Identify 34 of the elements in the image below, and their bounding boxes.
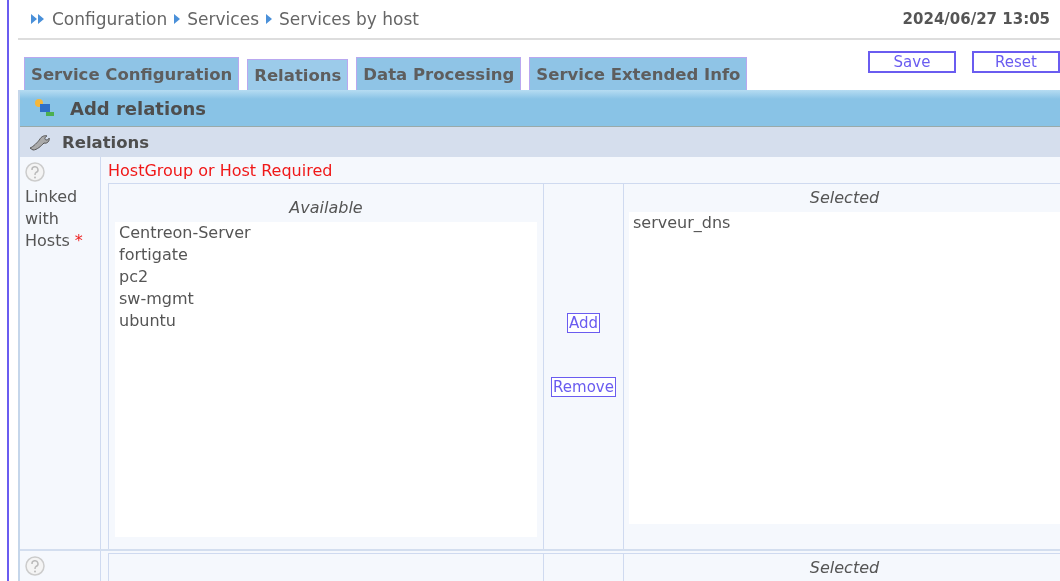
network-icon bbox=[34, 98, 56, 118]
arrow-icon bbox=[173, 13, 182, 25]
form-button[interactable]: Reset bbox=[972, 51, 1060, 73]
list-option[interactable]: serveur_dns bbox=[633, 212, 1056, 234]
list-option[interactable]: Centreon-Server bbox=[119, 222, 533, 244]
breadcrumb-link[interactable]: Configuration bbox=[52, 9, 168, 29]
list-title: Selected bbox=[808, 188, 881, 209]
list-option[interactable]: fortigate bbox=[119, 244, 533, 266]
list-title: Available bbox=[287, 198, 364, 219]
breadcrumb-link[interactable]: Services by host bbox=[279, 9, 420, 29]
tab[interactable]: Relations bbox=[247, 59, 349, 90]
add-button[interactable]: Add bbox=[566, 312, 600, 333]
tab[interactable]: Service Configuration bbox=[24, 57, 240, 90]
wrench-icon bbox=[28, 133, 50, 151]
list-title: Selected bbox=[808, 558, 881, 579]
list-option[interactable]: sw-mgmt bbox=[119, 288, 533, 310]
tab[interactable]: Service Extended Info bbox=[529, 57, 748, 90]
double-arrow-icon bbox=[30, 13, 46, 25]
tab[interactable]: Data Processing bbox=[356, 57, 522, 90]
available-list[interactable]: Centreon-Server fortigate pc2 sw-mgmt ubuntu bbox=[115, 222, 537, 537]
remove-button[interactable]: Remove bbox=[551, 376, 616, 397]
arrow-icon bbox=[265, 13, 273, 25]
breadcrumb-link[interactable]: Services bbox=[187, 9, 259, 29]
header-title: Add relations bbox=[70, 97, 207, 119]
error-message: HostGroup or Host Required bbox=[108, 160, 334, 182]
list-option[interactable]: ubuntu bbox=[119, 310, 533, 332]
date-time: 2024/06/27 13:05 bbox=[902, 10, 1050, 28]
list-option[interactable]: pc2 bbox=[119, 266, 533, 288]
help-icon[interactable] bbox=[25, 556, 45, 576]
field-label: Linked with Hosts * bbox=[25, 186, 84, 252]
help-icon[interactable] bbox=[25, 162, 45, 182]
section-title: Relations bbox=[62, 132, 150, 152]
selected-list[interactable]: serveur_dns bbox=[629, 212, 1060, 524]
form-button[interactable]: Save bbox=[868, 51, 956, 73]
